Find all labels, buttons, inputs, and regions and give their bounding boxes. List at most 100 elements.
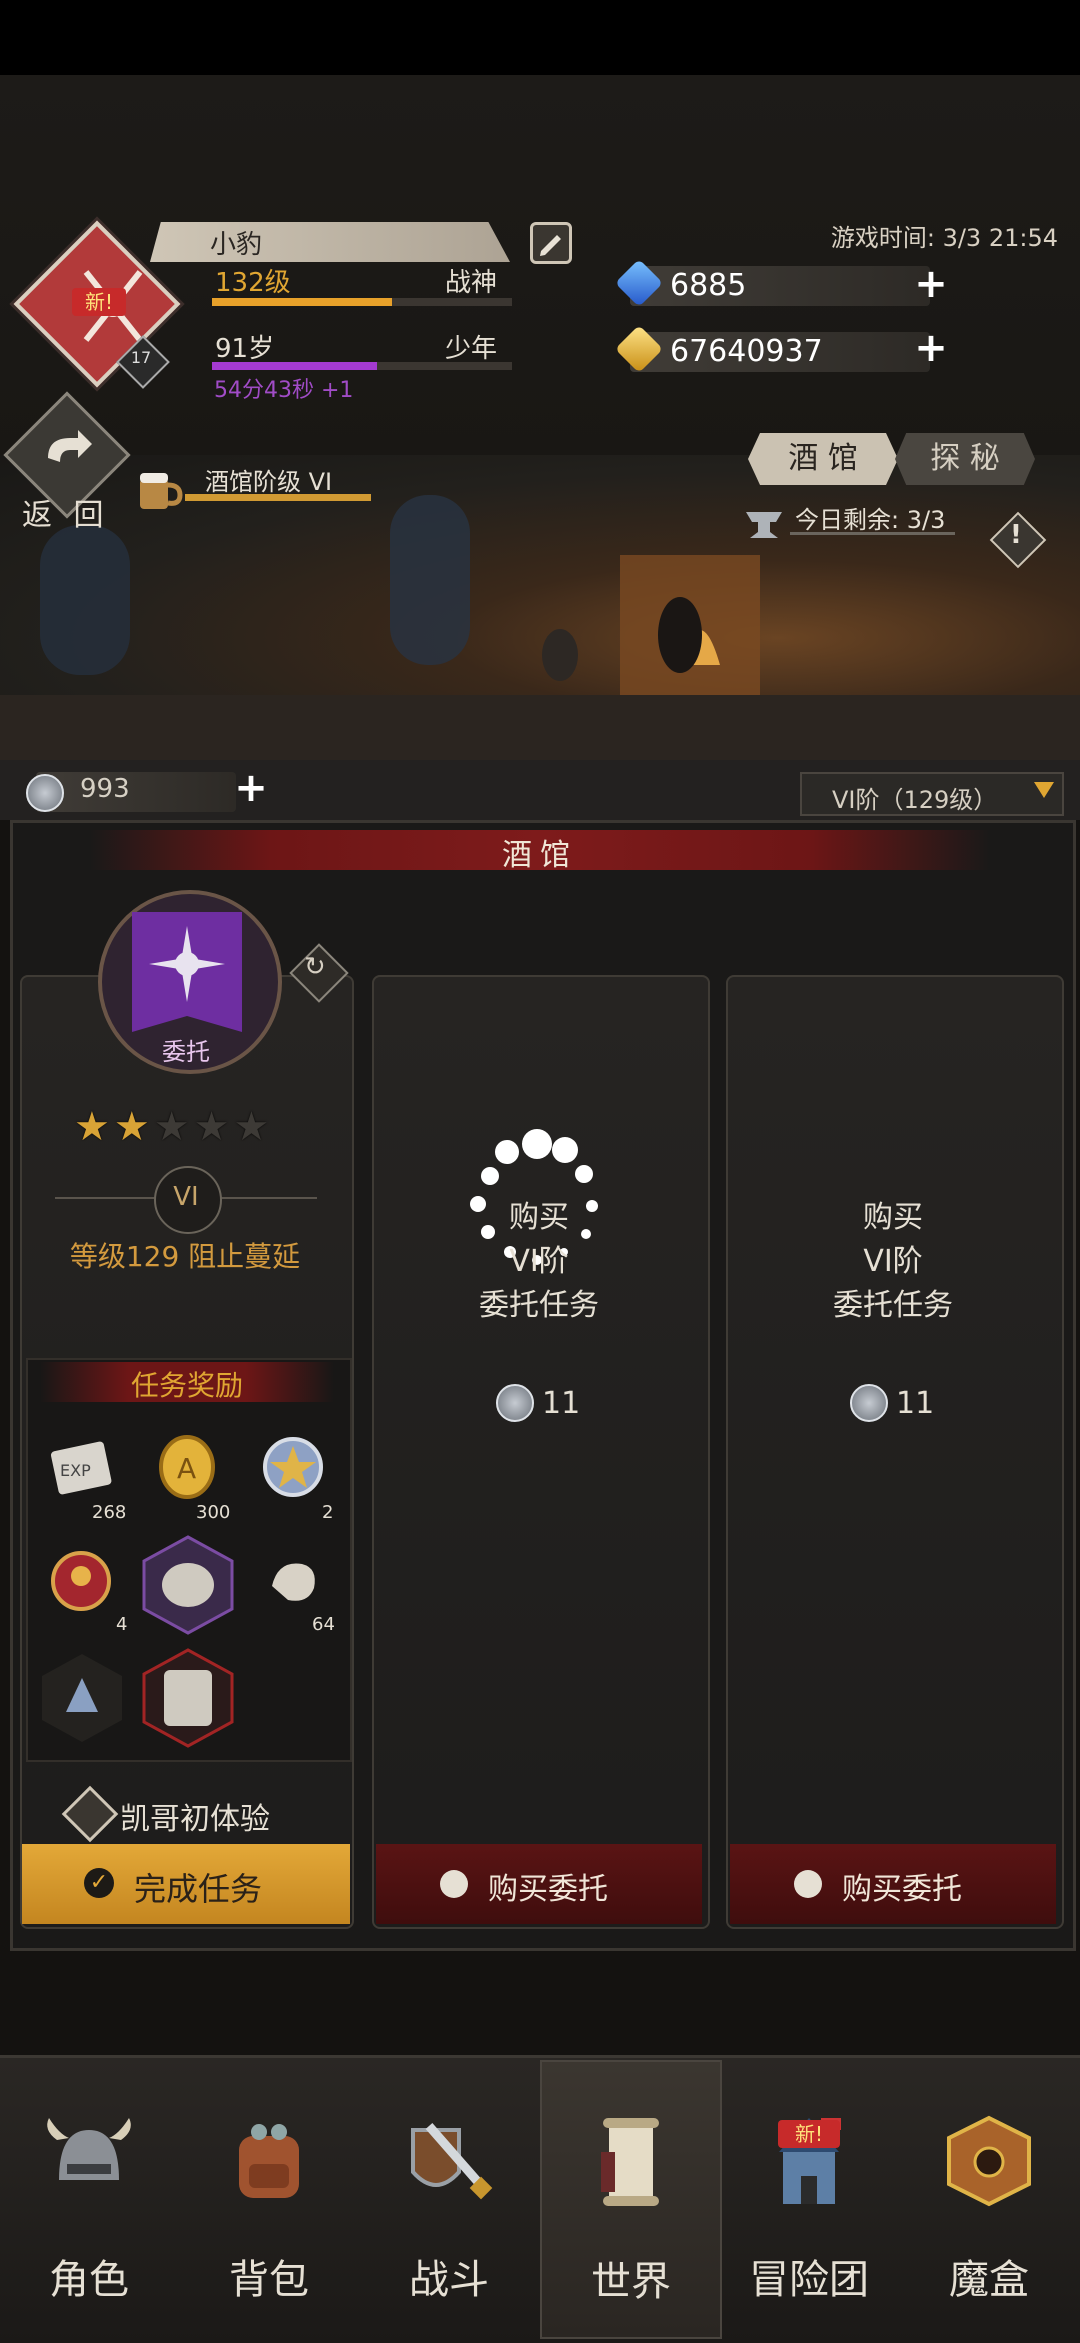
buy-card-price: 11 [896, 1386, 935, 1421]
silver-coin-icon [850, 1384, 888, 1422]
age-bar [212, 362, 512, 370]
buy-card-line2: VI阶 [863, 1244, 923, 1279]
buy-quest-button[interactable]: 购买委托 [730, 1844, 1056, 1924]
rune-crystal-icon[interactable] [40, 1652, 124, 1744]
reward-count: 64 [312, 1614, 335, 1635]
scroll-map-icon [581, 2112, 681, 2212]
nav-label: 世界 [591, 2259, 671, 2305]
remaining-count: 今日剩余: 3/3 [795, 506, 946, 534]
lock-icon [440, 1870, 468, 1898]
buy-quest-button[interactable]: 购买委托 [376, 1844, 702, 1924]
silver-ore-icon[interactable] [142, 1535, 234, 1635]
check-icon: ✓ [84, 1868, 114, 1898]
back-arrow-icon [38, 428, 94, 478]
name-plate [150, 222, 510, 262]
nav-label: 背包 [229, 2257, 309, 2303]
buy-card-line1: 购买 [863, 1200, 923, 1235]
buy-quest-card [372, 975, 710, 1929]
helmet-icon [39, 2110, 139, 2210]
bone-fragment-icon[interactable] [258, 1546, 328, 1616]
chevron-down-icon [1034, 782, 1054, 798]
xp-bar-fill [212, 298, 392, 306]
player-title: 战神 [445, 268, 498, 298]
new-badge: 新! [778, 2120, 840, 2148]
reward-count: 300 [196, 1502, 231, 1523]
nav-label: 冒险团 [749, 2257, 869, 2303]
quest-description: 等级129 阻止蔓延 [69, 1240, 301, 1273]
silver-coin-icon [496, 1384, 534, 1422]
backpack-icon [219, 2110, 319, 2210]
new-badge: 新! [72, 288, 126, 316]
quest-name: 凯哥初体验 [120, 1802, 270, 1837]
age-timer: 54分43秒 +1 [214, 378, 354, 403]
nav-label: 角色 [49, 2257, 129, 2303]
buy-card-price: 11 [542, 1386, 581, 1421]
quest-banner-icon [128, 912, 246, 1052]
star-coin-icon[interactable] [258, 1432, 328, 1502]
tavern-rank: 酒馆阶级 VI [205, 468, 333, 496]
magic-box-icon [939, 2110, 1039, 2210]
tier-select[interactable]: VI阶（129级） [800, 772, 1064, 816]
red-emblem-icon[interactable] [46, 1546, 116, 1616]
silver-counter [36, 772, 236, 812]
gem-value: 6885 [670, 268, 747, 303]
nav-adventure-team[interactable]: 新! 冒险团 [720, 2060, 898, 2335]
star-filled-icon: ★ [74, 1104, 114, 1150]
buy-quest-card [726, 975, 1064, 1929]
buy-quest-label: 购买委托 [488, 1872, 608, 1907]
svg-text:A: A [177, 1452, 196, 1485]
info-mark: ! [1010, 520, 1022, 550]
buy-card-line2: VI阶 [509, 1244, 569, 1279]
add-gems-button[interactable]: + [914, 264, 948, 304]
panel-title: 酒馆 [502, 838, 578, 873]
rewards-title: 任务奖励 [130, 1369, 243, 1402]
nav-magic-box[interactable]: 魔盒 [900, 2060, 1078, 2335]
edit-name-icon[interactable] [530, 222, 572, 264]
star-empty-icon: ★ [153, 1104, 194, 1150]
game-time: 游戏时间: 3/3 21:54 [830, 224, 1058, 252]
star-filled-icon: ★ [113, 1104, 154, 1150]
nav-label: 战斗 [409, 2257, 489, 2303]
gold-coin-icon[interactable]: A [152, 1432, 222, 1502]
nav-character[interactable]: 角色 [0, 2060, 178, 2335]
nav-battle[interactable]: 战斗 [360, 2060, 538, 2335]
buy-card-line1: 购买 [509, 1200, 569, 1235]
tier-select-value: VI阶（129级） [832, 786, 998, 814]
rank-badge: 17 [130, 348, 152, 367]
stone-tablet-icon[interactable] [142, 1648, 234, 1748]
xp-bar [212, 298, 512, 306]
player-age: 91岁 [215, 334, 275, 364]
remaining-bar [790, 532, 955, 535]
nav-label: 魔盒 [949, 2257, 1029, 2303]
star-rating: ★★★★★ [74, 1104, 304, 1150]
tab-explore[interactable]: 探 秘 [895, 433, 1035, 485]
buy-card-line3: 委托任务 [479, 1288, 599, 1323]
exp-scroll-icon[interactable]: EXP [46, 1432, 116, 1502]
lock-icon [794, 1870, 822, 1898]
back-label: 返 回 [22, 498, 110, 533]
reward-count: 2 [322, 1502, 334, 1523]
player-level: 132级 [215, 268, 291, 298]
add-gold-button[interactable]: + [914, 328, 948, 368]
gold-value: 67640937 [670, 334, 823, 369]
tab-tavern[interactable]: 酒 馆 [748, 433, 898, 485]
anvil-icon [742, 502, 786, 542]
complete-quest-button[interactable]: ✓ 完成任务 [22, 1844, 350, 1924]
buy-quest-label: 购买委托 [842, 1872, 962, 1907]
age-bar-fill [212, 362, 377, 370]
player-name: 小豹 [210, 230, 263, 260]
tavern-mug-icon [132, 465, 184, 515]
star-empty-icon: ★ [193, 1104, 234, 1150]
reward-count: 268 [92, 1502, 127, 1523]
silver-value: 993 [80, 774, 130, 804]
quest-emblem-label: 委托 [162, 1038, 210, 1066]
status-bar [0, 0, 1080, 75]
silver-coin-icon [26, 774, 64, 812]
nav-backpack[interactable]: 背包 [180, 2060, 358, 2335]
sword-shield-icon [399, 2110, 499, 2210]
nav-world[interactable]: 世界 [540, 2060, 722, 2339]
svg-text:EXP: EXP [60, 1461, 91, 1480]
add-silver-button[interactable]: + [234, 768, 268, 808]
quest-tier: VI [173, 1182, 199, 1212]
buy-card-line3: 委托任务 [833, 1288, 953, 1323]
